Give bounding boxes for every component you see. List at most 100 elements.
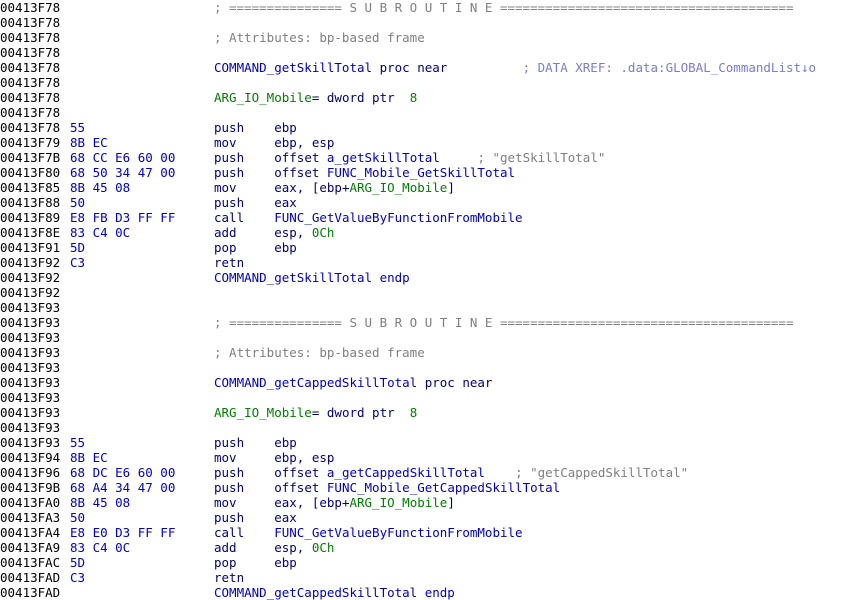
token-funcname[interactable]: COMMAND_getSkillTotal endp [214,270,410,285]
disasm-line[interactable]: 00413F93 ; Attributes: bp-based frame [0,345,848,360]
token-reg: eax [274,510,297,525]
token-mnem: pop [214,240,275,255]
token-sym[interactable]: FUNC_GetValueByFunctionFromMobile [274,525,522,540]
disasm-line[interactable]: 00413F93 [0,420,848,435]
disasm-line[interactable]: 00413F78 [0,15,848,30]
token-sym[interactable]: FUNC_Mobile_GetSkillTotal [327,165,515,180]
disasm-line[interactable]: 00413FA9 83 C4 0C add esp, 0Ch [0,540,848,555]
address-cell: 00413F79 [0,135,61,150]
address-cell: 00413F93 [0,360,61,375]
instruction-cell: ; Attributes: bp-based frame [214,345,425,360]
disasm-line[interactable]: 00413F78 ARG_IO_Mobile= dword ptr 8 [0,90,848,105]
token-sym[interactable]: FUNC_GetValueByFunctionFromMobile [274,210,522,225]
token-keyword: offset [274,150,327,165]
token-keyword: = dword ptr [311,405,410,420]
token-mnem: mov [214,180,275,195]
disasm-line[interactable]: 00413F78 COMMAND_getSkillTotal proc near … [0,60,848,75]
disasm-line[interactable]: 00413F8E 83 C4 0C add esp, 0Ch [0,225,848,240]
disasm-line[interactable]: 00413F80 68 50 34 47 00 push offset FUNC_M… [0,165,848,180]
disasm-line[interactable]: 00413F93 ARG_IO_Mobile= dword ptr 8 [0,405,848,420]
disasm-line[interactable]: 00413FA3 50 push eax [0,510,848,525]
token-keyword: proc near [417,375,493,390]
disasm-line[interactable]: 00413F78 [0,105,848,120]
opcode-bytes-cell: 55 [70,435,86,450]
token-mnem: retn [214,570,245,585]
token-funcname[interactable]: COMMAND_getSkillTotal [214,60,372,75]
token-sym[interactable]: a_getCappedSkillTotal [327,465,485,480]
instruction-cell: ; Attributes: bp-based frame [214,30,425,45]
disasm-line[interactable]: 00413F78 ; Attributes: bp-based frame [0,30,848,45]
address-cell: 00413F93 [0,420,61,435]
token-funcname[interactable]: COMMAND_getCappedSkillTotal [214,375,417,390]
disasm-line[interactable]: 00413F93 ; =============== S U B R O U T … [0,315,848,330]
disasm-line[interactable]: 00413F78 [0,75,848,90]
token-xref[interactable]: ; DATA XREF: .data:GLOBAL_CommandList↓o [523,60,817,75]
disasm-line[interactable]: 00413F88 50 push eax [0,195,848,210]
disasm-line[interactable]: 00413F93 COMMAND_getCappedSkillTotal proc… [0,375,848,390]
token-mnem: pop [214,555,275,570]
disasm-line[interactable]: 00413F93 55 push ebp [0,435,848,450]
opcode-bytes-cell: 50 [70,510,86,525]
address-cell: 00413F93 [0,435,61,450]
disasm-line[interactable]: 00413F85 8B 45 08 mov eax, [ebp+ARG_IO_Mob… [0,180,848,195]
address-cell: 00413F78 [0,45,61,60]
token-reg: ebp, esp [274,135,335,150]
instruction-cell: pop ebp [214,240,297,255]
disasm-line[interactable]: 00413F79 8B EC mov ebp, esp [0,135,848,150]
opcode-bytes-cell: 68 DC E6 60 00 [70,465,176,480]
instruction-cell: COMMAND_getCappedSkillTotal proc near [214,375,492,390]
disasm-line[interactable]: 00413FAC 5D pop ebp [0,555,848,570]
disasm-line[interactable]: 00413F92 [0,285,848,300]
token-mnem: push [214,465,275,480]
disasm-line[interactable]: 00413F92 COMMAND_getSkillTotal endp [0,270,848,285]
token-mnem: push [214,510,275,525]
disasm-line[interactable]: 00413F9B 68 A4 34 47 00 push offset FUNC_M… [0,480,848,495]
disasm-line[interactable]: 00413F78 55 push ebp [0,120,848,135]
instruction-cell: add esp, 0Ch [214,540,334,555]
disasm-line[interactable]: 00413F93 [0,390,848,405]
token-num: 8 [409,90,418,105]
address-cell: 00413F93 [0,375,61,390]
token-sym[interactable]: FUNC_Mobile_GetCappedSkillTotal [327,480,560,495]
token-num: 0Ch [311,540,335,555]
token-mnem: mov [214,135,275,150]
token-var: ARG_IO_Mobile [214,90,312,105]
address-cell: 00413F89 [0,210,61,225]
disasm-line[interactable]: 00413F93 [0,300,848,315]
token-comment: ; =============== S U B R O U T I N E ==… [214,0,794,15]
opcode-bytes-cell: 68 50 34 47 00 [70,165,176,180]
token-mnem: add [214,225,275,240]
instruction-cell: COMMAND_getSkillTotal proc near ; DATA X… [214,60,816,75]
disasm-line[interactable]: 00413F92 C3 retn [0,255,848,270]
address-cell: 00413F78 [0,15,61,30]
token-mnem: push [214,150,275,165]
disasm-line[interactable]: 00413F7B 68 CC E6 60 00 push offset a_getS… [0,150,848,165]
disasm-line[interactable]: 00413F89 E8 FB D3 FF FF call FUNC_GetValue… [0,210,848,225]
token-mnem: push [214,165,275,180]
token-keyword: offset [274,165,327,180]
token-comment: ; Attributes: bp-based frame [214,30,425,45]
disasm-line[interactable]: 00413F93 [0,360,848,375]
token-sym[interactable]: a_getSkillTotal [327,150,440,165]
token-keyword: = dword ptr [311,90,410,105]
disasm-line[interactable]: 00413FA4 E8 E0 D3 FF FF call FUNC_GetValue… [0,525,848,540]
disasm-line[interactable]: 00413F91 5D pop ebp [0,240,848,255]
instruction-cell: ; =============== S U B R O U T I N E ==… [214,315,793,330]
opcode-bytes-cell: 8B EC [70,450,108,465]
disasm-line[interactable]: 00413F96 68 DC E6 60 00 push offset a_getC… [0,465,848,480]
opcode-bytes-cell: 83 C4 0C [70,225,131,240]
disasm-line[interactable]: 00413F78 [0,45,848,60]
disasm-line[interactable]: 00413FAD C3 retn [0,570,848,585]
address-cell: 00413F78 [0,120,61,135]
disassembly-view[interactable]: 00413F78 ; =============== S U B R O U T … [0,0,848,600]
disasm-line[interactable]: 00413FA0 8B 45 08 mov eax, [ebp+ARG_IO_Mob… [0,495,848,510]
instruction-cell: pop ebp [214,555,297,570]
instruction-cell: push offset a_getSkillTotal ; "getSkillT… [214,150,605,165]
token-num: 8 [409,405,418,420]
address-cell: 00413F92 [0,285,61,300]
disasm-line[interactable]: 00413F94 8B EC mov ebp, esp [0,450,848,465]
token-mnem: push [214,435,275,450]
disasm-line[interactable]: 00413F93 [0,330,848,345]
disasm-line[interactable]: 00413F78 ; =============== S U B R O U T … [0,0,848,15]
